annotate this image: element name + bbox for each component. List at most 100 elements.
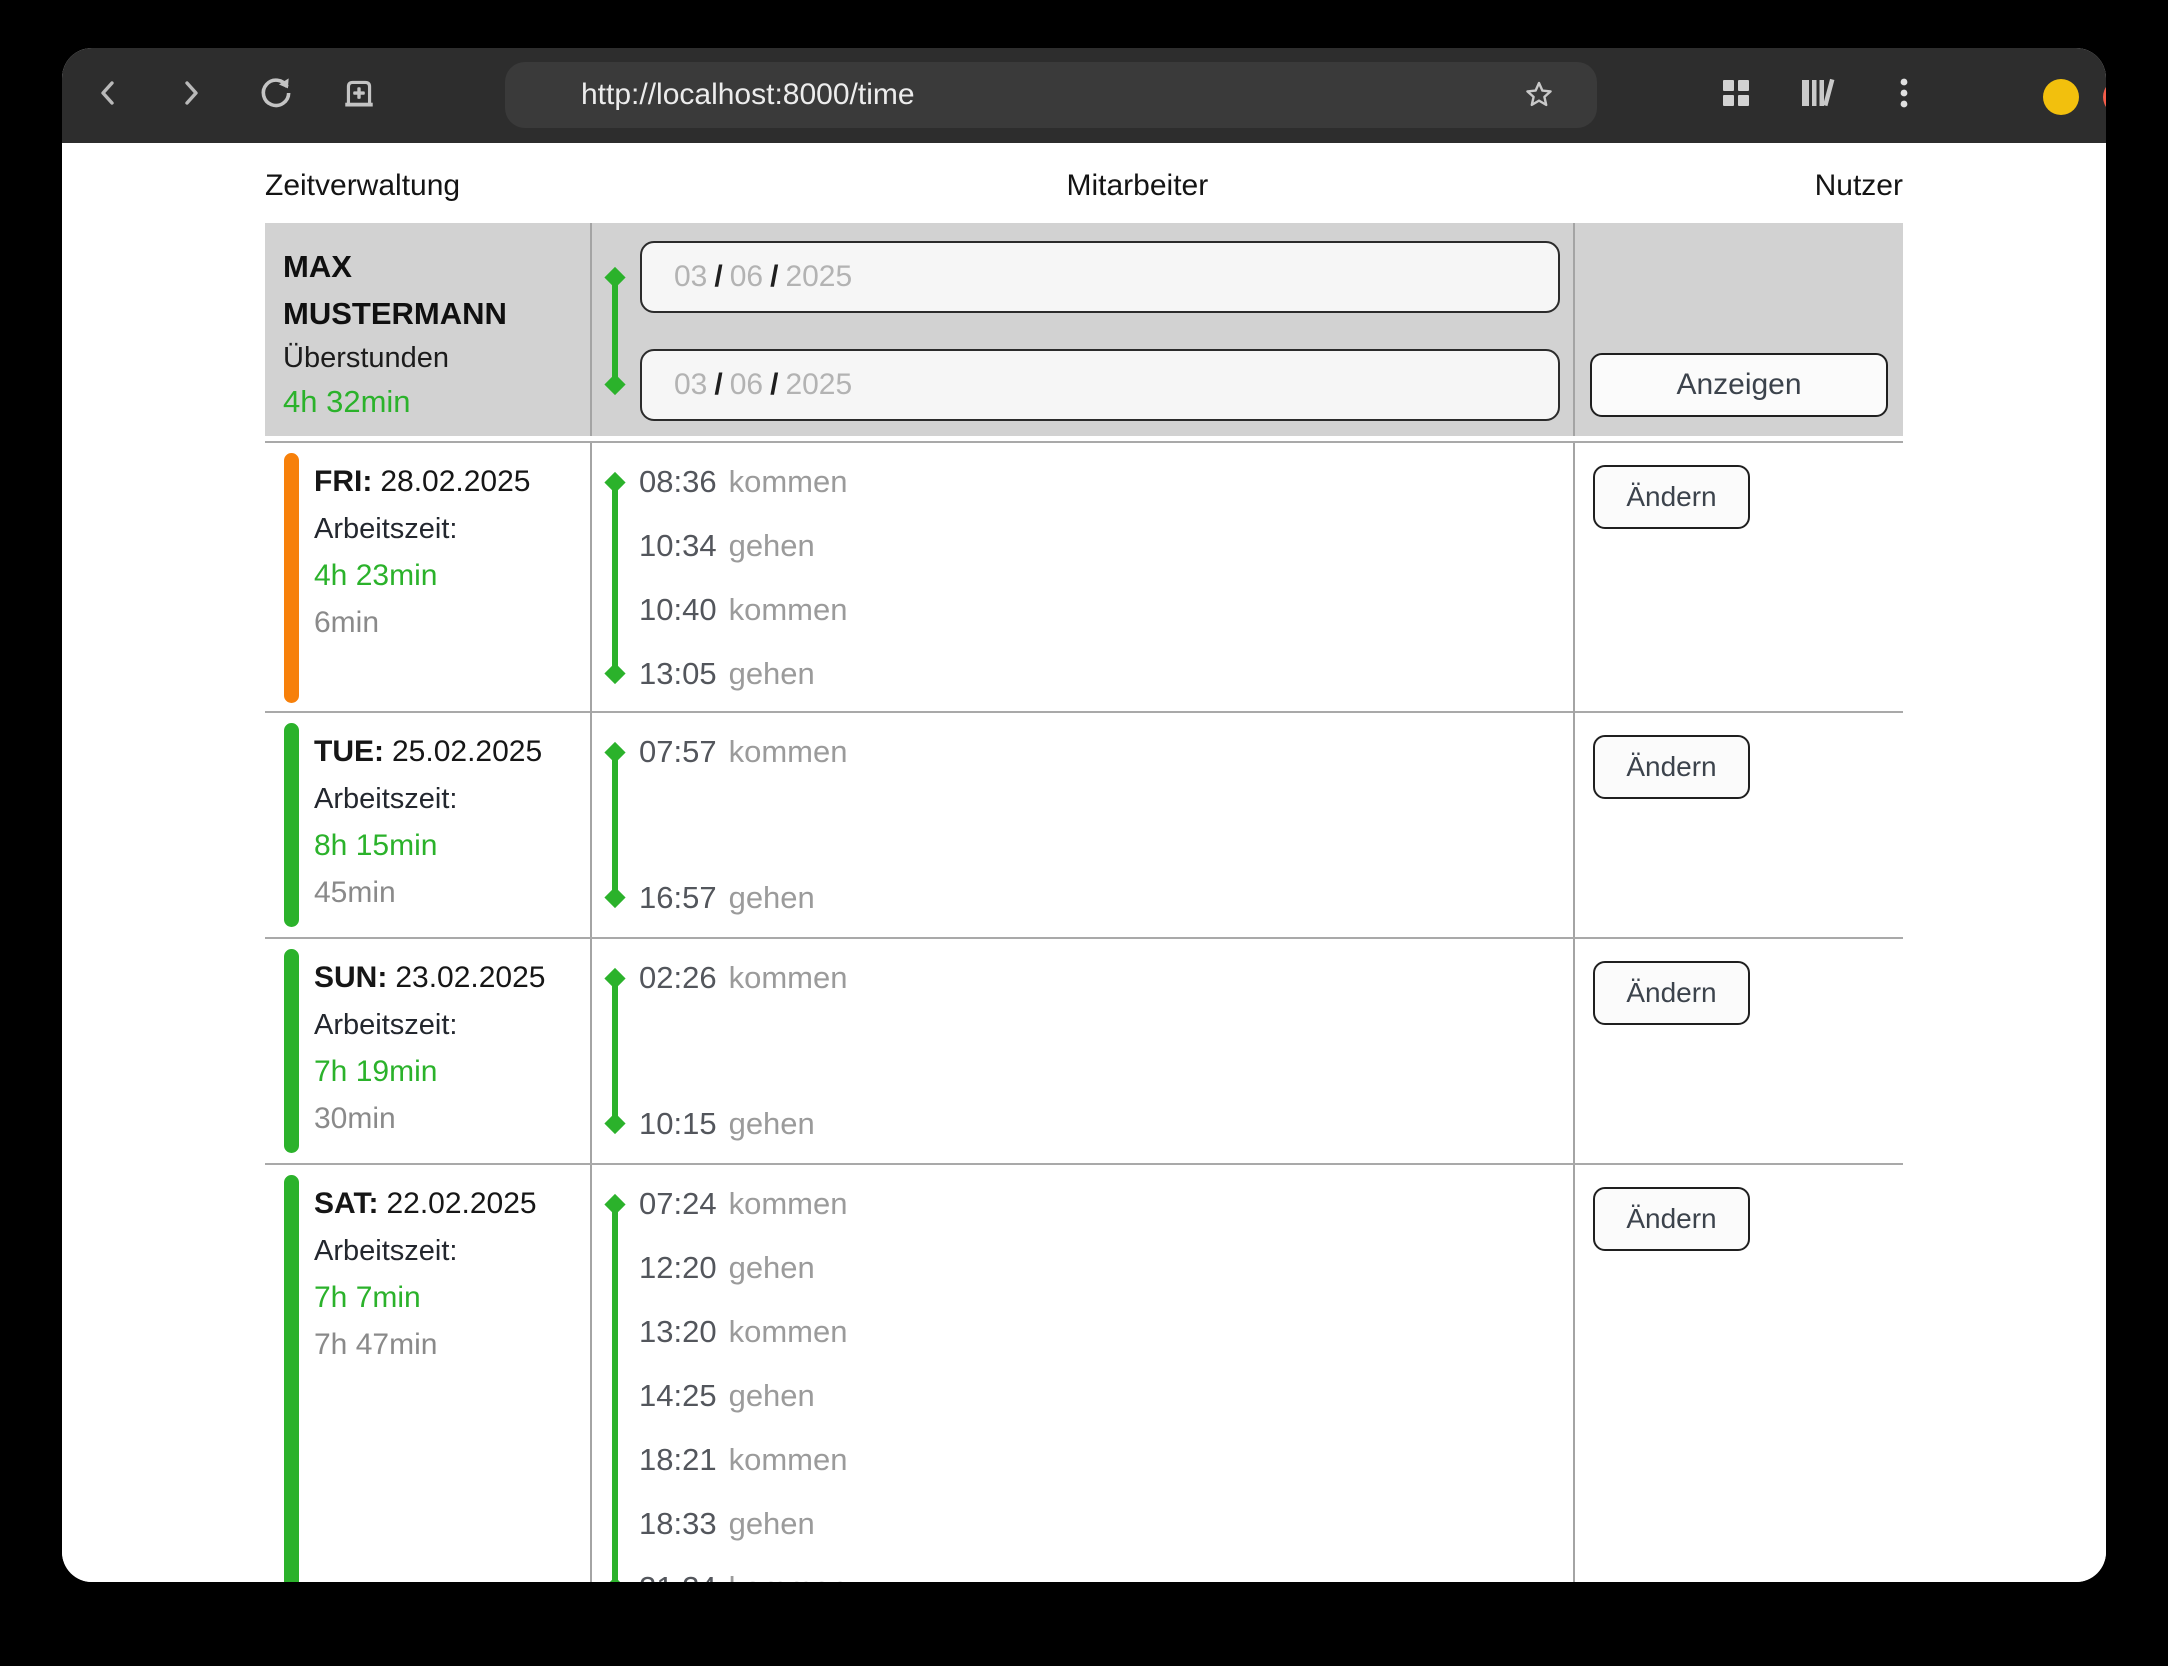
time-entry: 02:26kommen: [592, 946, 1573, 1010]
date-range-connector: [612, 277, 618, 385]
bookmark-star-icon[interactable]: [1521, 77, 1557, 121]
minimize-window-button[interactable]: [2043, 79, 2079, 115]
day-summary: FRI:28.02.2025 Arbeitszeit: 4h 23min 6mi…: [265, 443, 592, 713]
day-actions: Ändern: [1575, 939, 1903, 1163]
time-entry: 07:57kommen: [592, 720, 1573, 784]
reload-button[interactable]: [254, 48, 298, 143]
entry-time: 10:34: [639, 528, 717, 564]
date-separator: /: [770, 260, 778, 294]
diamond-arrow-icon: [604, 267, 625, 288]
entry-time: 21:24: [639, 1570, 717, 1582]
entry-time: 14:25: [639, 1378, 717, 1414]
day-heading: FRI:28.02.2025: [314, 465, 590, 499]
entry-time: 16:57: [639, 880, 717, 916]
entry-type: gehen: [729, 656, 815, 692]
anzeigen-button[interactable]: Anzeigen: [1590, 353, 1888, 417]
date-label: 22.02.2025: [386, 1187, 536, 1220]
worktime-label: Arbeitszeit:: [314, 783, 590, 816]
time-entry: 08:36kommen: [592, 450, 1573, 514]
worktime-value: 7h 7min: [314, 1281, 590, 1315]
time-entry: 12:20gehen: [592, 1236, 1573, 1300]
library-button[interactable]: [1797, 48, 1839, 143]
entry-time: 18:21: [639, 1442, 717, 1478]
weekday-label: FRI:: [314, 465, 372, 498]
url-bar[interactable]: http://localhost:8000/time: [505, 62, 1597, 128]
entry-type: kommen: [729, 592, 848, 628]
time-entry: 10:15gehen: [592, 1092, 1573, 1156]
employee-name: MAX MUSTERMANN: [283, 243, 523, 337]
entry-type: kommen: [729, 1186, 848, 1222]
page-content: Zeitverwaltung Mitarbeiter Nutzer MAX MU…: [62, 143, 2106, 1582]
day-summary: SUN:23.02.2025 Arbeitszeit: 7h 19min 30m…: [265, 939, 592, 1163]
date-label: 28.02.2025: [380, 465, 530, 498]
date-from-input[interactable]: 03/06/2025: [640, 241, 1560, 313]
day-row: TUE:25.02.2025 Arbeitszeit: 8h 15min 45m…: [265, 711, 1903, 937]
entry-time: 18:33: [639, 1506, 717, 1542]
entry-time: 10:40: [639, 592, 717, 628]
weekday-label: TUE:: [314, 735, 384, 768]
entry-type: gehen: [729, 880, 815, 916]
nav-item-zeitverwaltung[interactable]: Zeitverwaltung: [265, 169, 460, 203]
tab-overview-button[interactable]: [1719, 48, 1753, 143]
date-to-month: 06: [730, 368, 763, 402]
new-tab-button[interactable]: [337, 48, 381, 143]
time-range-connector: [612, 482, 618, 674]
employee-header-row: MAX MUSTERMANN Überstunden 4h 32min 03/0…: [265, 223, 1903, 436]
day-status-bar: [284, 723, 299, 927]
time-entries: 07:24kommen12:20gehen13:20kommen14:25geh…: [592, 1165, 1575, 1582]
time-entries: 08:36kommen10:34gehen10:40kommen13:05geh…: [592, 443, 1575, 713]
entry-type: kommen: [729, 1570, 848, 1582]
aendern-button[interactable]: Ändern: [1593, 1187, 1750, 1251]
date-from-year: 2025: [785, 260, 852, 294]
day-actions: Ändern: [1575, 1165, 1903, 1582]
day-summary: TUE:25.02.2025 Arbeitszeit: 8h 15min 45m…: [265, 713, 592, 937]
day-actions: Ändern: [1575, 443, 1903, 713]
entry-type: kommen: [729, 464, 848, 500]
menu-button[interactable]: [1892, 48, 1916, 143]
entry-type: gehen: [729, 1250, 815, 1286]
forward-button[interactable]: [173, 48, 209, 143]
entry-time: 13:20: [639, 1314, 717, 1350]
weekday-label: SAT:: [314, 1187, 378, 1220]
close-window-button[interactable]: [2103, 79, 2106, 115]
worktime-label: Arbeitszeit:: [314, 1235, 590, 1268]
time-table: MAX MUSTERMANN Überstunden 4h 32min 03/0…: [265, 223, 1903, 1582]
aendern-button[interactable]: Ändern: [1593, 465, 1750, 529]
worktime-label: Arbeitszeit:: [314, 1009, 590, 1042]
screenshot-stage: http://localhost:8000/time: [0, 0, 2168, 1666]
entry-type: gehen: [729, 1106, 815, 1142]
date-from-day: 03: [674, 260, 707, 294]
entry-type: kommen: [729, 960, 848, 996]
day-heading: SUN:23.02.2025: [314, 961, 590, 995]
date-to-year: 2025: [785, 368, 852, 402]
top-nav: Zeitverwaltung Mitarbeiter Nutzer: [265, 169, 1903, 203]
date-from-month: 06: [730, 260, 763, 294]
time-entry: 13:05gehen: [592, 642, 1573, 706]
reload-icon: [257, 74, 295, 117]
library-icon: [1798, 75, 1838, 116]
day-status-bar: [284, 1175, 299, 1582]
time-entry: 10:34gehen: [592, 514, 1573, 578]
worktime-label: Arbeitszeit:: [314, 513, 590, 546]
nav-item-mitarbeiter[interactable]: Mitarbeiter: [1067, 169, 1209, 203]
entry-type: kommen: [729, 1442, 848, 1478]
date-to-day: 03: [674, 368, 707, 402]
time-entry: 18:33 gehen: [592, 1492, 1573, 1556]
entry-type: kommen: [729, 734, 848, 770]
forward-icon: [174, 76, 208, 115]
day-row: SUN:23.02.2025 Arbeitszeit: 7h 19min 30m…: [265, 937, 1903, 1163]
entry-type: gehen: [729, 1506, 815, 1542]
overtime-value: 4h 32min: [283, 384, 590, 420]
worktime-value: 7h 19min: [314, 1055, 590, 1089]
day-status-bar: [284, 453, 299, 703]
pause-value: 7h 47min: [314, 1328, 590, 1362]
pause-value: 30min: [314, 1102, 590, 1136]
time-range-connector: [612, 752, 618, 898]
date-to-input[interactable]: 03/06/2025: [640, 349, 1560, 421]
back-button[interactable]: [90, 48, 126, 143]
aendern-button[interactable]: Ändern: [1593, 735, 1750, 799]
time-entry: 18:21 kommen: [592, 1428, 1573, 1492]
aendern-button[interactable]: Ändern: [1593, 961, 1750, 1025]
browser-toolbar: http://localhost:8000/time: [62, 48, 2106, 143]
nav-item-nutzer[interactable]: Nutzer: [1815, 169, 1903, 203]
